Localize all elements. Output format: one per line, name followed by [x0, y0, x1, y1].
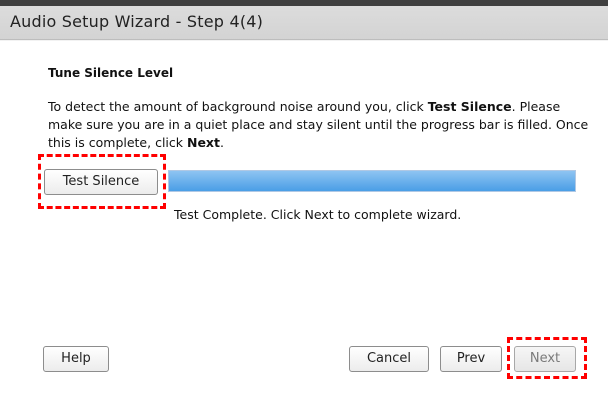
- window-title: Audio Setup Wizard - Step 4(4): [10, 12, 264, 31]
- cancel-button[interactable]: Cancel: [349, 346, 429, 372]
- audio-setup-wizard-window: Audio Setup Wizard - Step 4(4) Tune Sile…: [0, 0, 608, 400]
- instruction-part-3: .: [219, 135, 224, 150]
- silence-progress-bar: [168, 170, 576, 192]
- instruction-part-1: To detect the amount of background noise…: [48, 99, 428, 114]
- instruction-bold-test-silence: Test Silence: [427, 99, 512, 114]
- test-silence-highlight: [38, 154, 166, 209]
- instruction-bold-next: Next: [186, 135, 220, 150]
- silence-progress-fill: [169, 171, 575, 191]
- title-bar: Audio Setup Wizard - Step 4(4): [0, 0, 608, 40]
- prev-button[interactable]: Prev: [440, 346, 502, 372]
- step-heading: Tune Silence Level: [48, 66, 174, 80]
- help-button[interactable]: Help: [43, 346, 109, 372]
- status-text: Test Complete. Click Next to complete wi…: [174, 207, 462, 222]
- instruction-text: To detect the amount of background noise…: [48, 98, 593, 152]
- next-button-highlight: [507, 337, 587, 379]
- title-bar-top-line: [0, 0, 608, 6]
